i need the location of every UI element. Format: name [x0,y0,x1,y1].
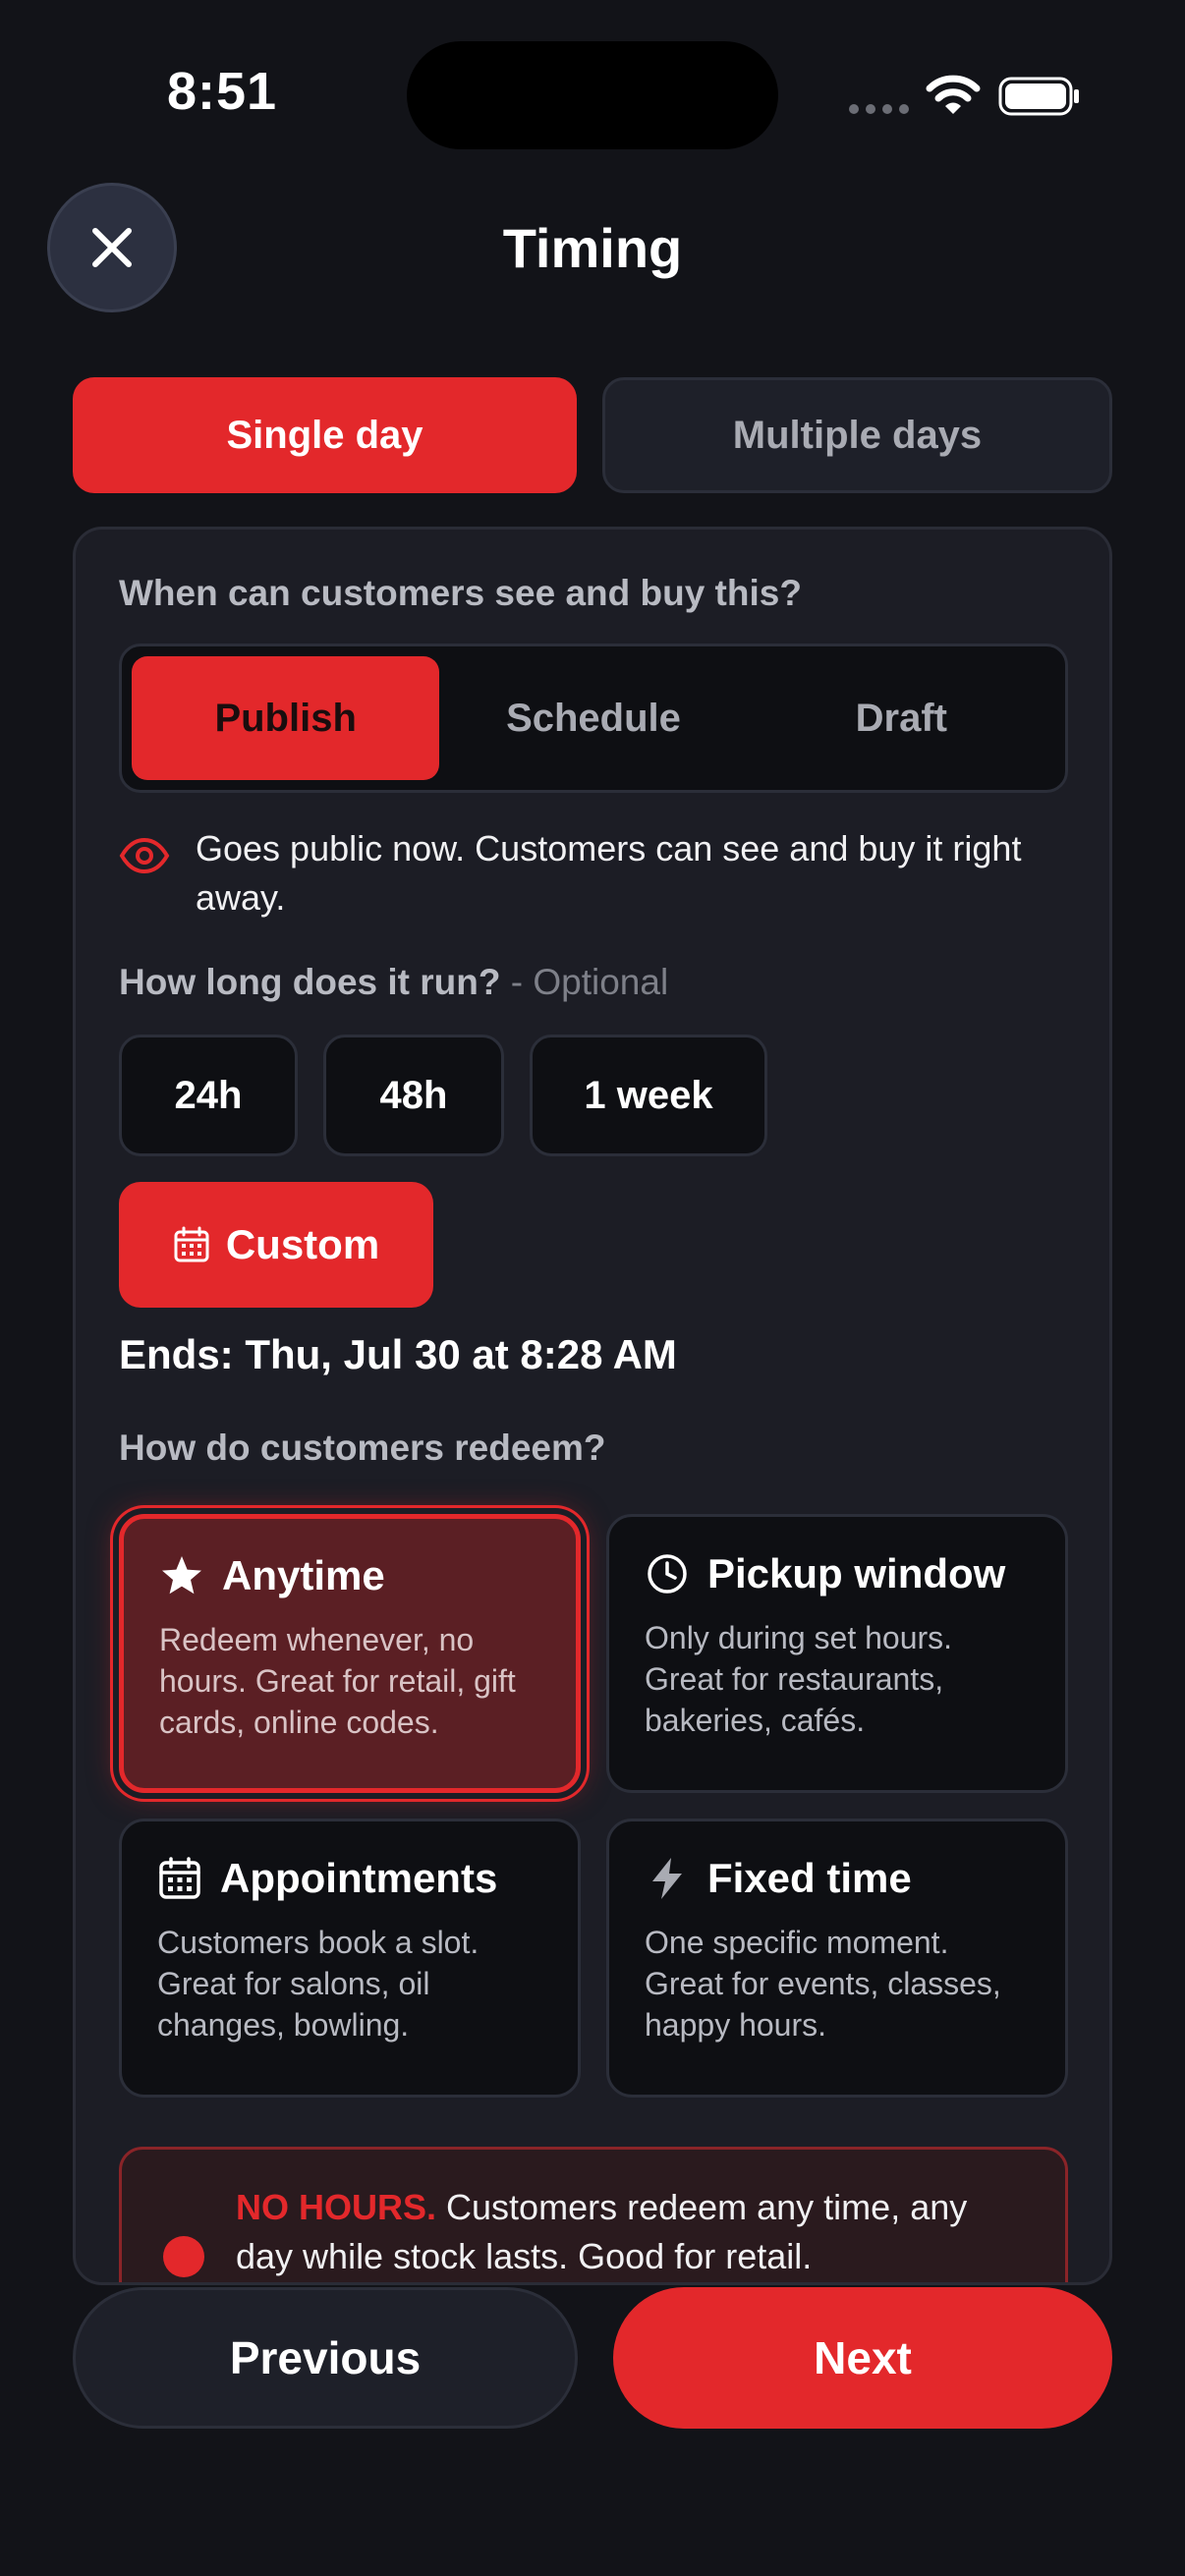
visibility-notice: Goes public now. Customers can see and b… [119,824,1082,923]
duration-1week-chip[interactable]: 1 week [530,1035,767,1156]
option-description: Only during set hours. Great for restaur… [645,1620,953,1738]
battery-icon [998,77,1079,116]
end-date-text: Ends: Thu, Jul 30 at 8:28 AM [119,1331,677,1377]
star-icon [162,1556,201,1595]
next-button[interactable]: Next [613,2287,1112,2429]
duration-question-text: How long does it run? [119,962,501,1002]
draft-option[interactable]: Draft [748,656,1055,780]
wifi-icon [926,75,981,114]
calendar-icon [159,1857,200,1899]
option-description: Customers book a slot. Great for salons,… [157,1925,480,2043]
visibility-question: When can customers see and buy this? [119,573,802,613]
redeem-appointments-option[interactable]: Appointments Customers book a slot. Grea… [119,1819,581,2098]
option-description: One specific moment. Great for events, c… [645,1925,1001,2043]
duration-question: How long does it run? - Optional [119,962,668,1003]
eye-icon [119,837,170,874]
previous-button[interactable]: Previous [73,2287,578,2429]
multiple-days-button[interactable]: Multiple days [602,377,1112,493]
bolt-icon [652,1858,682,1899]
duration-chips: 24h 48h 1 week [119,1035,767,1156]
timing-card: When can customers see and buy this? Pub… [73,527,1112,2285]
status-time: 8:51 [167,62,278,121]
visibility-segmented-control: Publish Schedule Draft [119,644,1068,793]
option-title: Fixed time [707,1855,912,1901]
optional-label: - Optional [510,962,669,1002]
notice-text: Goes public now. Customers can see and b… [196,828,1022,918]
option-title: Anytime [222,1552,385,1598]
option-title: Appointments [220,1855,498,1901]
clock-icon [648,1554,687,1594]
redeem-fixed-time-option[interactable]: Fixed time One specific moment. Great fo… [606,1819,1068,2098]
page-title: Timing [502,217,683,279]
custom-duration-button[interactable]: Custom [119,1182,433,1308]
custom-label: Custom [225,1221,380,1267]
redeem-warning-banner: NO HOURS. Customers redeem any time, any… [119,2147,1068,2282]
schedule-option[interactable]: Schedule [439,656,747,780]
cellular-signal-icon [849,104,909,114]
redeem-pickup-window-option[interactable]: Pickup window Only during set hours. Gre… [606,1514,1068,1793]
duration-24h-chip[interactable]: 24h [119,1035,298,1156]
calendar-icon [174,1226,209,1262]
screen: 8:51 Timing Single day Multiple days Whe… [0,0,1185,2576]
dynamic-island [407,41,778,149]
single-day-button[interactable]: Single day [73,377,577,493]
warning-icon [163,2236,204,2277]
option-description: Redeem whenever, no hours. Great for ret… [159,1622,516,1740]
warning-strong-text: NO HOURS. [236,2187,437,2227]
redeem-question: How do customers redeem? [119,1428,606,1468]
option-title: Pickup window [707,1550,1006,1596]
duration-48h-chip[interactable]: 48h [323,1035,504,1156]
publish-option[interactable]: Publish [132,656,440,780]
day-mode-toggle: Single day Multiple days [73,377,1112,493]
redeem-anytime-option[interactable]: Anytime Redeem whenever, no hours. Great… [119,1514,581,1793]
